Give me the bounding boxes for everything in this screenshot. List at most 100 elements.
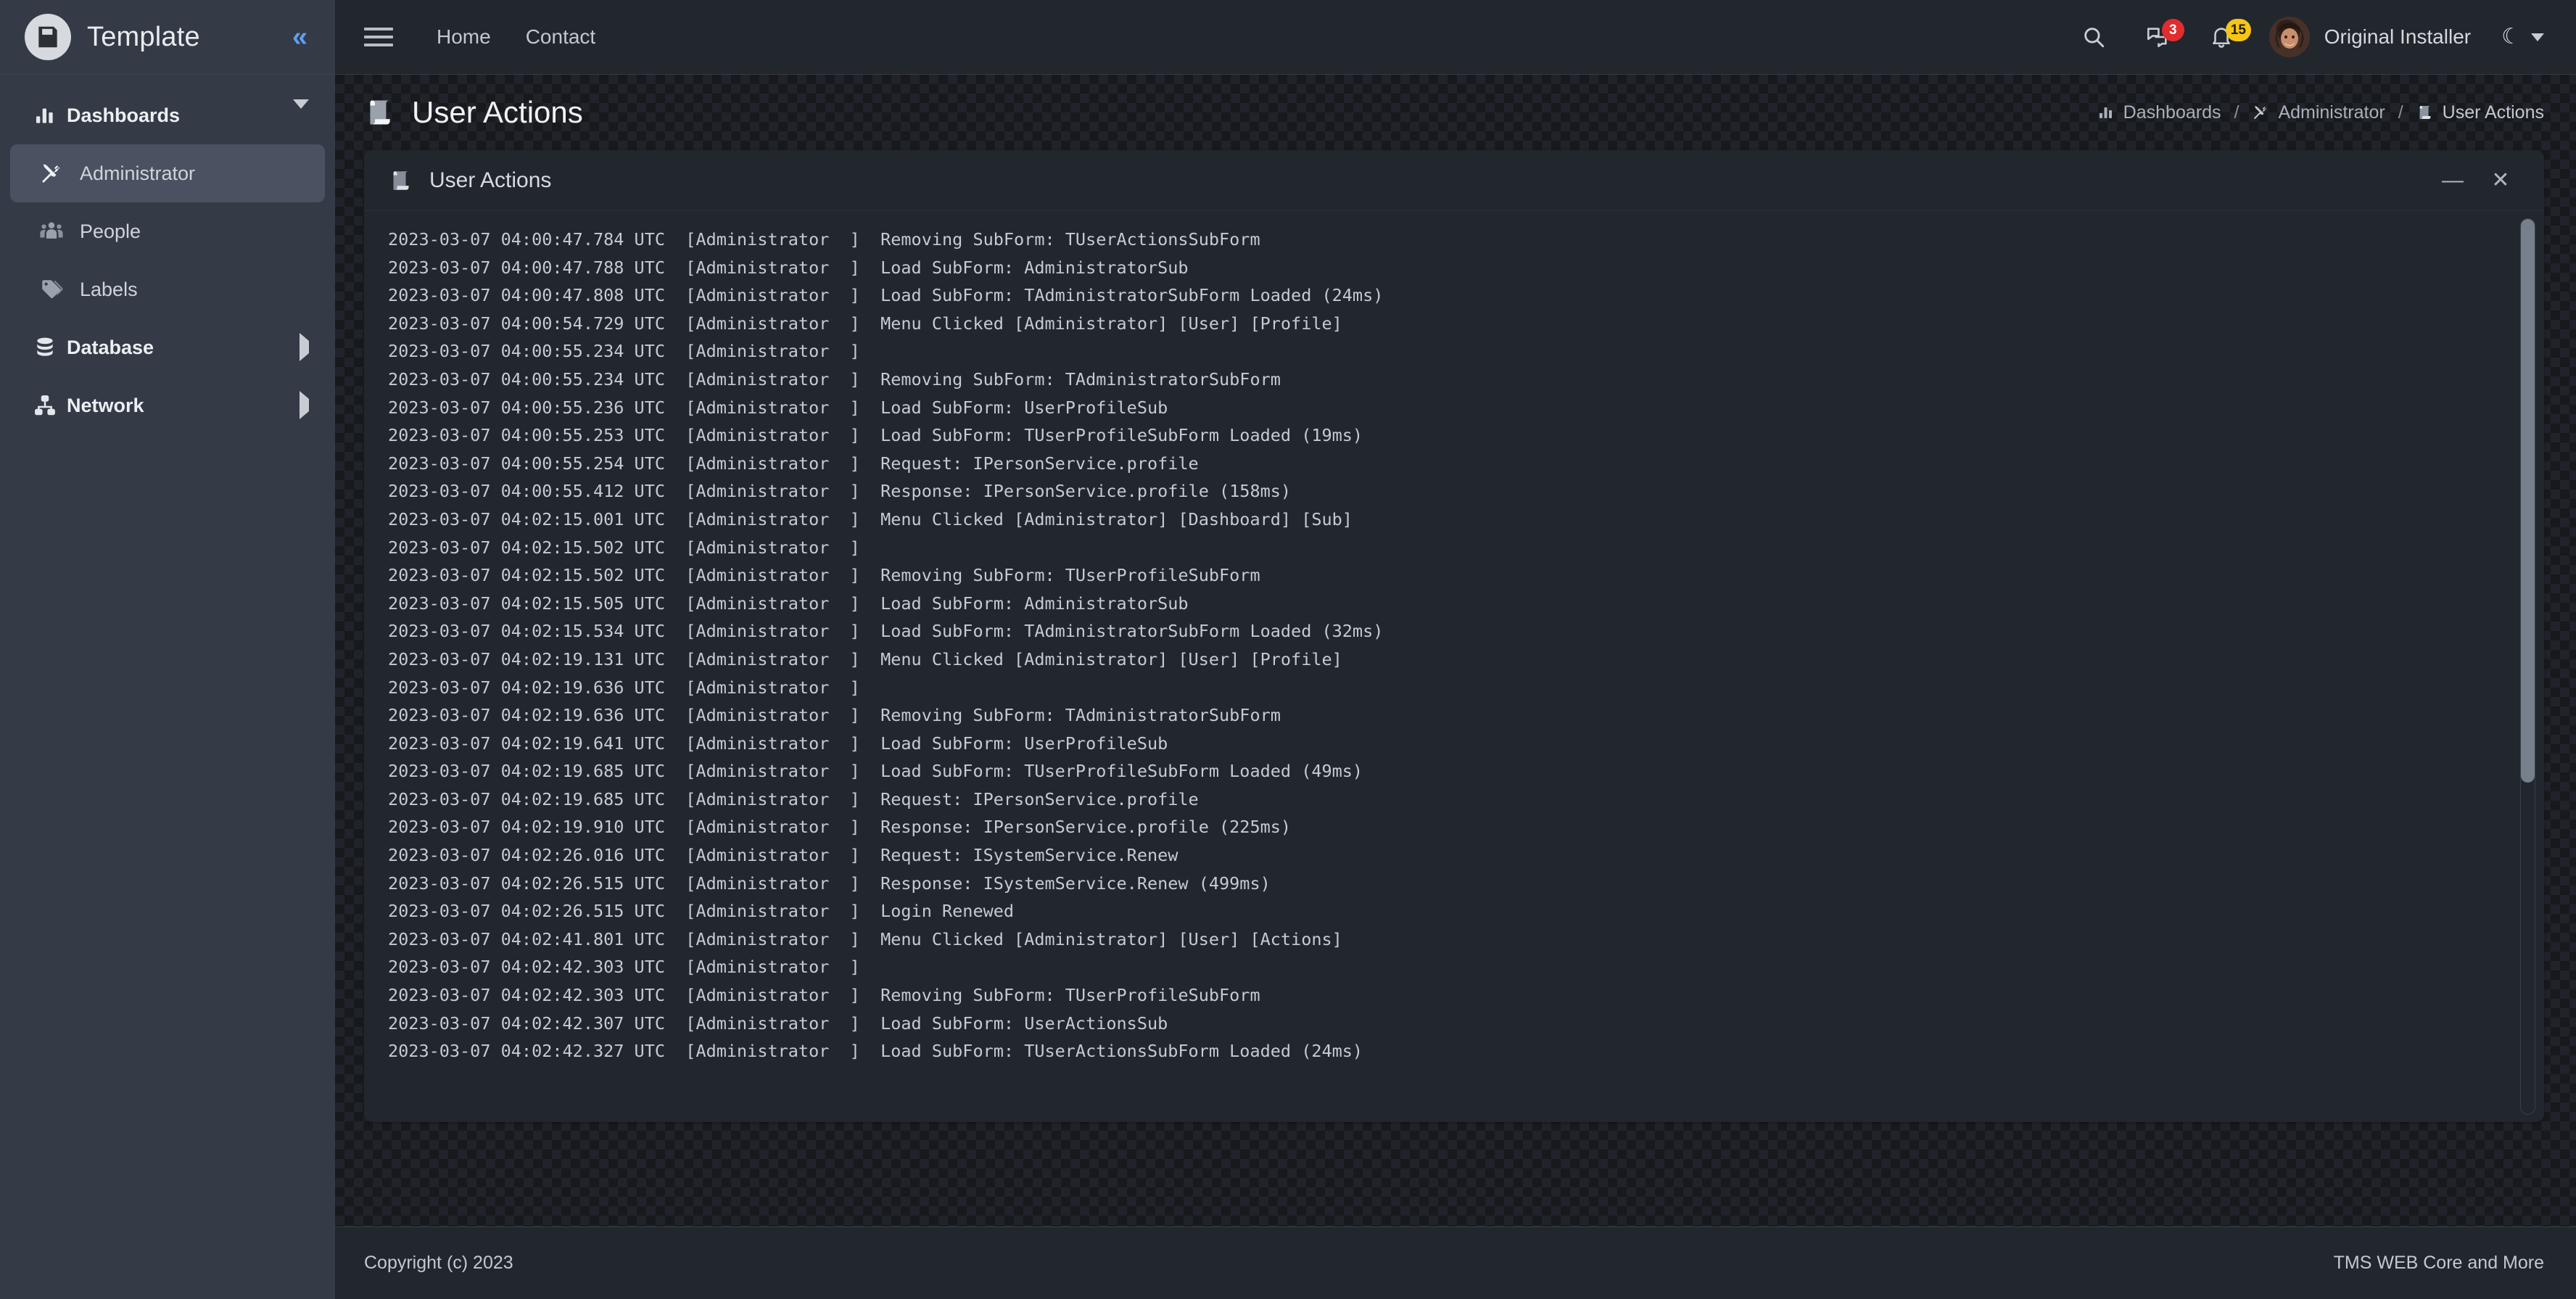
log-line: 2023-03-07 04:02:19.636 UTC [Administrat…: [388, 677, 860, 698]
bell-icon[interactable]: 15: [2189, 0, 2253, 75]
sidebar-item-label: Administrator: [80, 162, 196, 184]
sidebar-item-labels[interactable]: Labels: [10, 260, 325, 318]
log-line: 2023-03-07 04:02:26.515 UTC [Administrat…: [388, 873, 1271, 894]
log-line: 2023-03-07 04:02:19.641 UTC [Administrat…: [388, 733, 1168, 754]
people-group-icon: [23, 219, 80, 244]
log-line: 2023-03-07 04:02:26.016 UTC [Administrat…: [388, 845, 1178, 866]
theme-toggle[interactable]: ☾: [2501, 26, 2544, 48]
sidebar: Dashboards Administrator People Labels D…: [0, 75, 335, 1299]
log-line: 2023-03-07 04:00:55.253 UTC [Administrat…: [388, 425, 1363, 446]
app-root: Template « Home Contact 3 15 Original In…: [0, 0, 2576, 1299]
log-line: 2023-03-07 04:00:55.254 UTC [Administrat…: [388, 453, 1199, 474]
page-footer: Copyright (c) 2023 TMS WEB Core and More: [335, 1226, 2576, 1299]
chevron-down-icon: [293, 99, 309, 122]
avatar[interactable]: [2269, 17, 2310, 57]
log-line: 2023-03-07 04:02:15.505 UTC [Administrat…: [388, 593, 1189, 614]
database-icon: [23, 336, 67, 359]
log-line: 2023-03-07 04:02:19.131 UTC [Administrat…: [388, 648, 1342, 669]
breadcrumb-label: Dashboards: [2123, 102, 2221, 123]
breadcrumb-label: Administrator: [2278, 102, 2385, 123]
moon-icon: ☾: [2501, 25, 2521, 49]
sidebar-item-dashboards[interactable]: Dashboards: [10, 86, 325, 144]
log-line: 2023-03-07 04:02:42.303 UTC [Administrat…: [388, 957, 860, 978]
tools-icon: [23, 161, 80, 186]
breadcrumb-item-administrator[interactable]: Administrator: [2252, 102, 2385, 123]
scroll-icon: [389, 168, 418, 193]
scroll-icon: [2416, 104, 2434, 121]
sidebar-item-label: Database: [67, 336, 154, 358]
chart-bars-icon: [23, 104, 67, 127]
messages-icon[interactable]: 3: [2126, 0, 2189, 75]
log-line: 2023-03-07 04:00:55.412 UTC [Administrat…: [388, 481, 1292, 502]
breadcrumb-separator: /: [2234, 102, 2239, 123]
log-scrollbar-thumb[interactable]: [2521, 219, 2535, 783]
log-line: 2023-03-07 04:02:19.910 UTC [Administrat…: [388, 817, 1292, 838]
sidebar-item-network[interactable]: Network: [10, 376, 325, 434]
log-line: 2023-03-07 04:00:47.808 UTC [Administrat…: [388, 285, 1384, 306]
top-navbar: Home Contact 3 15 Original Installer ☾: [335, 0, 2576, 75]
log-line: 2023-03-07 04:02:42.327 UTC [Administrat…: [388, 1041, 1363, 1062]
log-output[interactable]: 2023-03-07 04:00:47.784 UTC [Administrat…: [364, 221, 2544, 1065]
topnav-link-home[interactable]: Home: [437, 25, 491, 49]
topnav-link-contact[interactable]: Contact: [526, 25, 596, 49]
breadcrumb-item-dashboards[interactable]: Dashboards: [2097, 102, 2221, 123]
log-line: 2023-03-07 04:02:19.685 UTC [Administrat…: [388, 761, 1363, 782]
scroll-icon: [364, 96, 397, 129]
search-icon[interactable]: [2062, 0, 2126, 75]
sidebar-item-label: Network: [67, 394, 144, 416]
sidebar-item-administrator[interactable]: Administrator: [10, 144, 325, 202]
messages-badge: 3: [2161, 18, 2184, 41]
brand-header: Template «: [0, 0, 335, 75]
page-title-wrap: User Actions: [364, 95, 583, 130]
chevron-right-icon: [300, 333, 309, 361]
topnav-right-group: 3 15 Original Installer ☾: [2062, 0, 2544, 75]
page-header: User Actions Dashboards / Administrator …: [335, 75, 2576, 150]
log-line: 2023-03-07 04:02:19.636 UTC [Administrat…: [388, 705, 1281, 726]
log-line: 2023-03-07 04:00:47.784 UTC [Administrat…: [388, 229, 1260, 250]
tag-icon: [23, 277, 80, 302]
hamburger-menu-icon[interactable]: [364, 25, 393, 49]
log-line: 2023-03-07 04:02:19.685 UTC [Administrat…: [388, 788, 1199, 809]
log-line: 2023-03-07 04:02:42.303 UTC [Administrat…: [388, 985, 1260, 1006]
tools-icon: [2252, 104, 2269, 121]
breadcrumb-label: User Actions: [2442, 102, 2544, 123]
breadcrumb-separator: /: [2398, 102, 2403, 123]
log-line: 2023-03-07 04:02:15.502 UTC [Administrat…: [388, 537, 860, 558]
footer-product: TMS WEB Core and More: [2333, 1253, 2544, 1273]
log-line: 2023-03-07 04:02:15.534 UTC [Administrat…: [388, 621, 1384, 642]
chevron-double-left-icon[interactable]: «: [292, 23, 307, 51]
panel-body: 2023-03-07 04:00:47.784 UTC [Administrat…: [364, 211, 2544, 1122]
breadcrumb: Dashboards / Administrator / User Action…: [2097, 102, 2544, 123]
chart-bars-icon: [2097, 104, 2115, 121]
sidebar-item-label: Labels: [80, 278, 138, 300]
log-line: 2023-03-07 04:02:15.001 UTC [Administrat…: [388, 508, 1353, 529]
sidebar-item-label: Dashboards: [67, 104, 181, 126]
log-line: 2023-03-07 04:00:54.729 UTC [Administrat…: [388, 313, 1342, 334]
log-line: 2023-03-07 04:02:26.515 UTC [Administrat…: [388, 901, 1015, 922]
user-actions-panel: User Actions — ✕ 2023-03-07 04:00:47.784…: [364, 150, 2544, 1122]
close-icon[interactable]: ✕: [2482, 162, 2519, 199]
sidebar-item-people[interactable]: People: [10, 202, 325, 260]
topnav-links: Home Contact: [437, 25, 595, 49]
log-line: 2023-03-07 04:00:55.234 UTC [Administrat…: [388, 341, 860, 362]
chevron-right-icon: [300, 391, 309, 419]
log-line: 2023-03-07 04:02:15.502 UTC [Administrat…: [388, 565, 1260, 586]
log-line: 2023-03-07 04:02:41.801 UTC [Administrat…: [388, 928, 1342, 949]
brand-title: Template: [87, 21, 200, 52]
log-line: 2023-03-07 04:00:55.236 UTC [Administrat…: [388, 397, 1168, 418]
sidebar-item-label: People: [80, 220, 141, 242]
log-scrollbar-track[interactable]: [2520, 218, 2535, 1115]
log-line: 2023-03-07 04:02:42.307 UTC [Administrat…: [388, 1013, 1168, 1034]
panel-title: User Actions: [429, 168, 552, 192]
panel-header: User Actions — ✕: [364, 150, 2544, 211]
panel-window-controls: — ✕: [2434, 162, 2519, 199]
user-name-label[interactable]: Original Installer: [2324, 25, 2471, 49]
main-content: User Actions Dashboards / Administrator …: [335, 75, 2576, 1299]
footer-copyright: Copyright (c) 2023: [364, 1253, 513, 1273]
page-title: User Actions: [412, 95, 583, 129]
caret-down-icon: [2531, 33, 2544, 41]
breadcrumb-item-user-actions: User Actions: [2416, 102, 2544, 123]
sidebar-item-database[interactable]: Database: [10, 318, 325, 376]
sitemap-icon: [23, 394, 67, 417]
minimize-icon[interactable]: —: [2434, 162, 2472, 199]
